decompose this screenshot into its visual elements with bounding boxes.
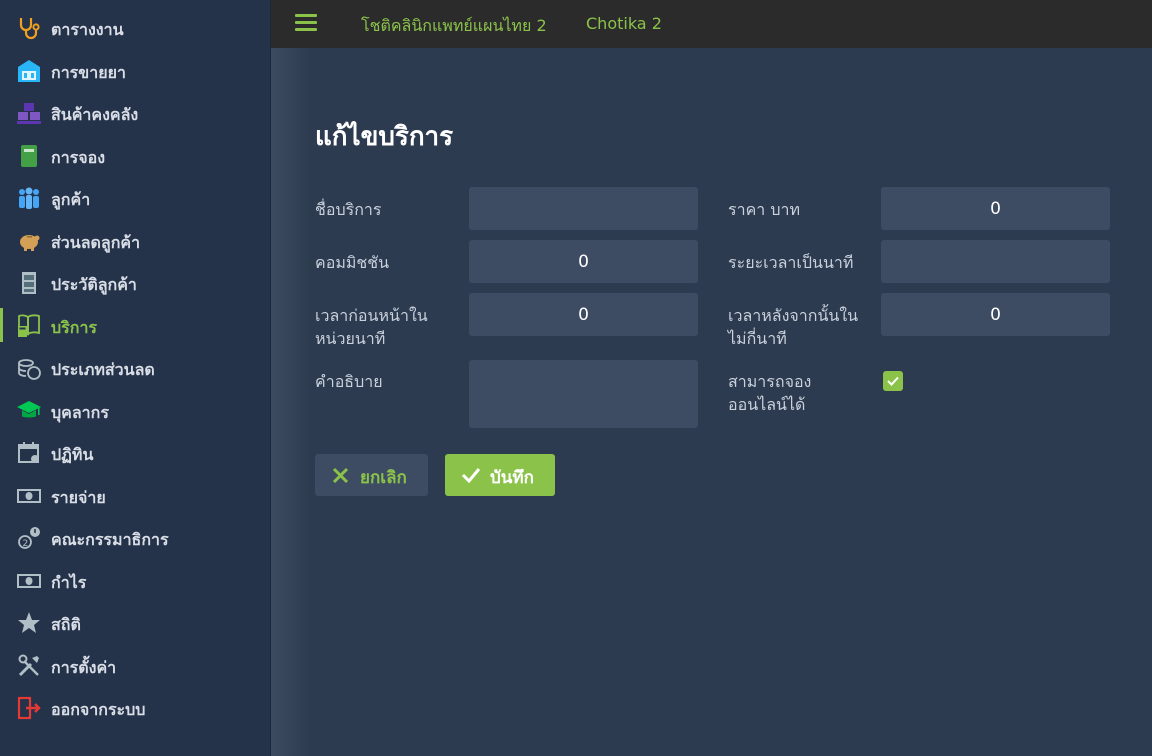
sidebar-item-label: ลูกค้า — [51, 190, 91, 209]
sidebar-item-logout[interactable]: ออกจากระบบ — [0, 686, 271, 728]
sidebar-item-label: ออกจากระบบ — [51, 700, 146, 719]
sidebar-item-label: คณะกรรมาธิการ — [51, 530, 169, 549]
sidebar-item-label: ประวัติลูกค้า — [51, 275, 137, 294]
file-cabinet-icon — [16, 270, 42, 296]
description-textarea[interactable] — [469, 360, 698, 428]
sidebar-item-label: บริการ — [51, 318, 98, 337]
graduation-cap-icon — [16, 398, 42, 424]
sidebar-item-discount-types[interactable]: ประเภทส่วนลด — [0, 346, 271, 388]
sidebar-item-label: บุคลากร — [51, 403, 109, 422]
pharmacy-icon — [16, 58, 42, 84]
calendar-icon — [16, 440, 42, 466]
sidebar-item-customers[interactable]: ลูกค้า — [0, 176, 271, 218]
sidebar-item-drug-sales[interactable]: การขายยา — [0, 49, 271, 91]
commission-input[interactable]: 0 — [469, 240, 698, 283]
commission-icon: 2 — [16, 525, 42, 551]
top-bar: โชติคลินิกแพทย์แผนไทย 2 Chotika 2 — [271, 0, 1152, 48]
piggy-bank-icon — [16, 228, 42, 254]
tools-icon — [16, 653, 42, 679]
checkmark-icon — [887, 376, 899, 386]
service-name-label: ชื่อบริการ — [315, 200, 382, 219]
stethoscope-icon — [16, 15, 42, 41]
sidebar-item-statistics[interactable]: สถิติ — [0, 601, 271, 643]
sidebar: ตารางงาน การขายยา สินค้าคงคลัง การจอง ลู… — [0, 0, 271, 756]
sidebar-item-label: ตารางงาน — [51, 20, 124, 39]
sidebar-item-label: การตั้งค่า — [51, 658, 117, 677]
close-icon — [332, 467, 349, 484]
after-time-label-line1: เวลาหลังจากนั้นใน — [728, 306, 859, 325]
online-booking-checkbox[interactable] — [883, 371, 903, 391]
after-time-label-line2: ไม่กี่นาที — [728, 329, 787, 348]
sidebar-item-commission[interactable]: 2 คณะกรรมาธิการ — [0, 516, 271, 558]
duration-input[interactable] — [881, 240, 1110, 283]
sidebar-item-settings[interactable]: การตั้งค่า — [0, 644, 271, 686]
sidebar-item-customer-discount[interactable]: ส่วนลดลูกค้า — [0, 219, 271, 261]
notebook-icon — [16, 143, 42, 169]
sidebar-item-schedule[interactable]: ตารางงาน — [0, 6, 271, 48]
svg-text:2: 2 — [23, 539, 29, 549]
before-time-label-line2: หน่วยนาที — [315, 329, 386, 348]
clinic-name-link[interactable]: โชติคลินิกแพทย์แผนไทย 2 — [361, 14, 547, 39]
description-label: คำอธิบาย — [315, 372, 383, 391]
save-button[interactable]: บันทึก — [445, 454, 555, 496]
sidebar-item-customer-history[interactable]: ประวัติลูกค้า — [0, 261, 271, 303]
price-label: ราคา บาท — [728, 200, 801, 219]
duration-label: ระยะเวลาเป็นนาที — [728, 253, 854, 272]
book-calculator-icon — [16, 313, 42, 339]
sidebar-item-label: ประเภทส่วนลด — [51, 360, 155, 379]
content-shadow — [271, 48, 311, 756]
sidebar-item-label: สินค้าคงคลัง — [51, 105, 139, 124]
coins-icon — [16, 355, 42, 381]
cancel-button[interactable]: ยกเลิก — [315, 454, 428, 496]
after-time-input[interactable]: 0 — [881, 293, 1110, 336]
sidebar-item-personnel[interactable]: บุคลากร — [0, 389, 271, 431]
page-title: แก้ไขบริการ — [315, 122, 454, 152]
star-icon — [16, 610, 42, 636]
cash-icon — [16, 483, 42, 509]
sidebar-item-label: สถิติ — [51, 615, 81, 634]
service-name-input[interactable] — [469, 187, 698, 230]
before-time-label-line1: เวลาก่อนหน้าใน — [315, 306, 428, 325]
check-icon — [461, 468, 481, 484]
money-icon — [16, 568, 42, 594]
sidebar-item-label: ปฏิทิน — [51, 445, 94, 464]
sidebar-item-label: การจอง — [51, 148, 106, 167]
sidebar-item-calendar[interactable]: ปฏิทิน — [0, 431, 271, 473]
sidebar-item-services[interactable]: บริการ — [0, 304, 271, 346]
sidebar-item-label: รายจ่าย — [51, 488, 106, 507]
sidebar-item-profit[interactable]: กำไร — [0, 559, 271, 601]
boxes-icon — [16, 100, 42, 126]
logout-icon — [16, 695, 42, 721]
online-booking-label-line2: ออนไลน์ได้ — [728, 395, 806, 414]
save-button-label: บันทึก — [490, 468, 534, 488]
menu-icon[interactable] — [295, 14, 317, 32]
sidebar-item-label: ส่วนลดลูกค้า — [51, 233, 141, 252]
cancel-button-label: ยกเลิก — [360, 468, 407, 488]
before-time-input[interactable]: 0 — [469, 293, 698, 336]
sidebar-item-inventory[interactable]: สินค้าคงคลัง — [0, 91, 271, 133]
online-booking-label-line1: สามารถจอง — [728, 372, 812, 391]
sidebar-item-expenses[interactable]: รายจ่าย — [0, 474, 271, 516]
sidebar-item-label: กำไร — [51, 573, 87, 592]
sidebar-item-label: การขายยา — [51, 63, 126, 82]
price-input[interactable]: 0 — [881, 187, 1110, 230]
sidebar-item-booking[interactable]: การจอง — [0, 134, 271, 176]
user-name-link[interactable]: Chotika 2 — [586, 14, 662, 33]
people-icon — [16, 185, 42, 211]
commission-label: คอมมิชชัน — [315, 253, 390, 272]
